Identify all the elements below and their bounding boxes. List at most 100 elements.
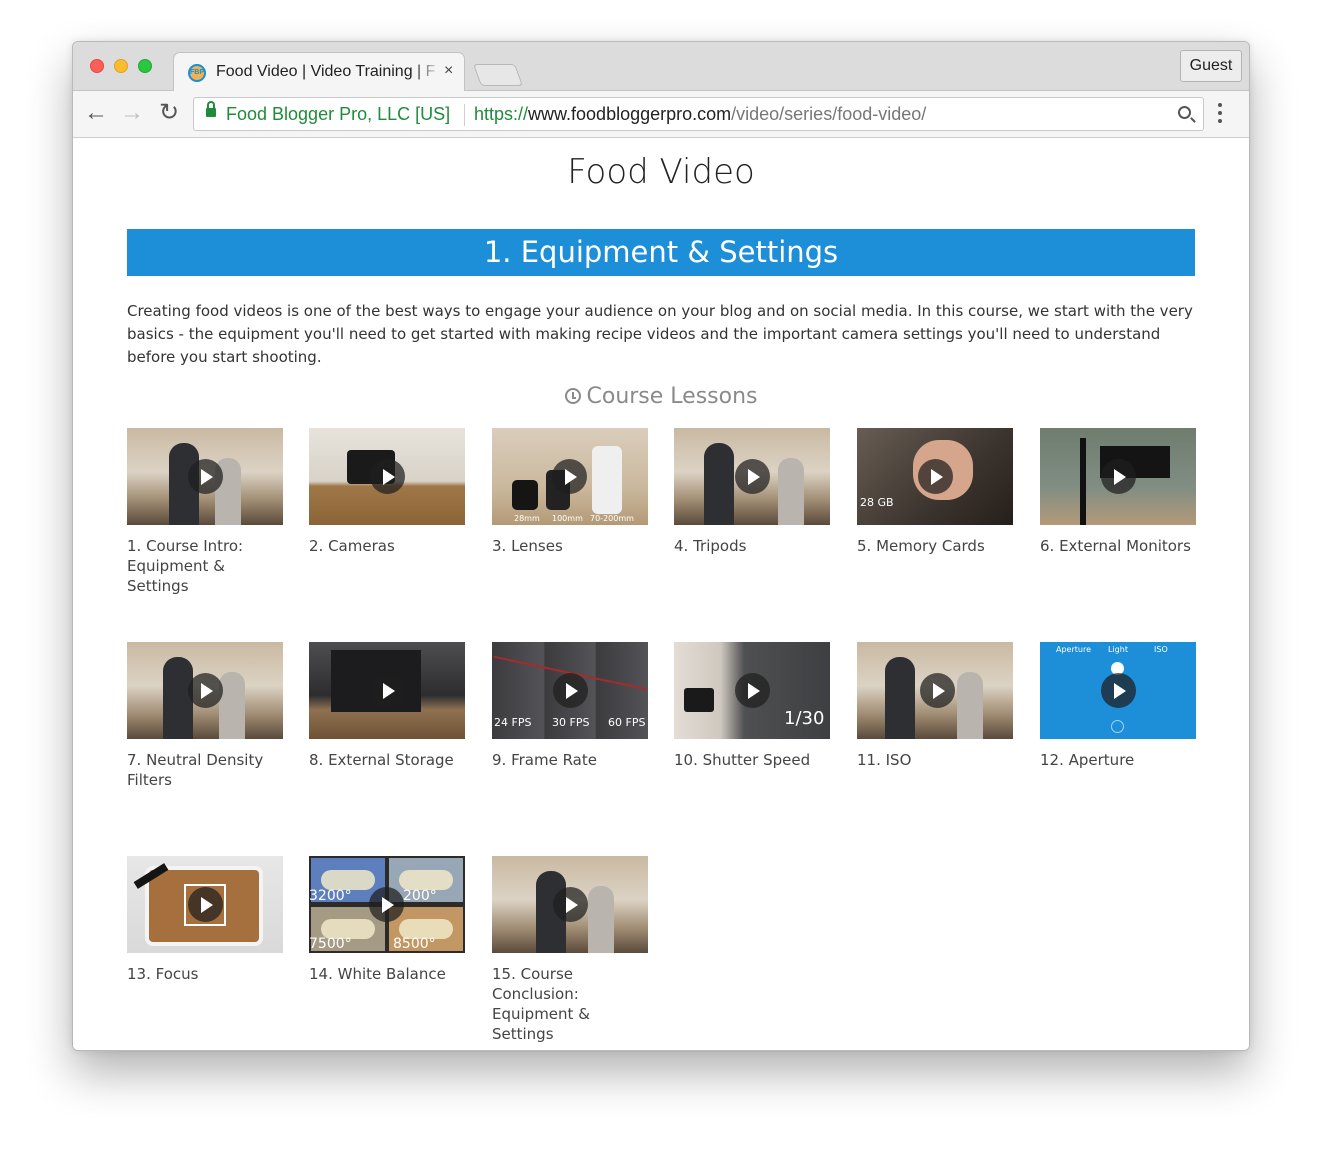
fps-label: 24 FPS: [494, 716, 532, 729]
title-bar: FBP Food Video | Video Training | F × Gu…: [73, 42, 1249, 91]
lesson-card-12[interactable]: Aperture Light ISO 12. Aperture: [1040, 642, 1196, 770]
lesson-title[interactable]: 8. External Storage: [309, 750, 465, 770]
url-host: www.foodbloggerpro.com: [528, 104, 732, 124]
lesson-card-15[interactable]: 15. Course Conclusion: Equipment & Setti…: [492, 856, 648, 1044]
play-icon[interactable]: [188, 673, 223, 708]
lesson-thumbnail[interactable]: 1/30: [674, 642, 830, 739]
play-icon[interactable]: [920, 673, 955, 708]
white-balance-label: 200°: [403, 888, 437, 904]
lesson-title[interactable]: 14. White Balance: [309, 964, 465, 984]
play-icon[interactable]: [370, 673, 405, 708]
play-icon[interactable]: [1101, 459, 1136, 494]
close-window-button[interactable]: [90, 59, 104, 73]
lesson-thumbnail[interactable]: [674, 428, 830, 525]
browser-menu-icon[interactable]: [1217, 103, 1223, 125]
play-icon[interactable]: [1101, 673, 1136, 708]
lesson-card-5[interactable]: 28 GB 5. Memory Cards: [857, 428, 1013, 556]
play-icon[interactable]: [735, 459, 770, 494]
light-column-label: Light: [1108, 645, 1128, 654]
lesson-card-1[interactable]: 1. Course Intro: Equipment & Settings: [127, 428, 283, 596]
lesson-thumbnail[interactable]: 28 GB: [857, 428, 1013, 525]
fps-label: 60 FPS: [608, 716, 646, 729]
url-path: /video/series/food-video/: [731, 104, 927, 124]
lesson-thumbnail[interactable]: [857, 642, 1013, 739]
play-icon[interactable]: [370, 459, 405, 494]
lesson-card-3[interactable]: 28mm 100mm 70-200mm 3. Lenses: [492, 428, 648, 556]
reload-icon[interactable]: ↻: [155, 99, 183, 127]
forward-arrow-icon[interactable]: →: [118, 99, 146, 127]
lesson-title[interactable]: 12. Aperture: [1040, 750, 1196, 770]
lesson-card-2[interactable]: 2. Cameras: [309, 428, 465, 556]
lesson-title[interactable]: 7. Neutral Density Filters: [127, 750, 283, 790]
lesson-thumbnail[interactable]: [127, 428, 283, 525]
shutter-speed-label: 1/30: [784, 708, 825, 729]
lesson-card-14[interactable]: 3200° 200° 7500° 8500° 14. White Balance: [309, 856, 465, 984]
site-favicon-icon: FBP: [188, 64, 206, 82]
lesson-title[interactable]: 10. Shutter Speed: [674, 750, 830, 770]
lesson-title[interactable]: 3. Lenses: [492, 536, 648, 556]
lesson-title[interactable]: 5. Memory Cards: [857, 536, 1013, 556]
zoom-window-button[interactable]: [138, 59, 152, 73]
play-icon[interactable]: [553, 673, 588, 708]
lesson-title[interactable]: 13. Focus: [127, 964, 283, 984]
back-arrow-icon[interactable]: ←: [82, 99, 110, 127]
lesson-card-11[interactable]: 11. ISO: [857, 642, 1013, 770]
lesson-thumbnail[interactable]: [127, 856, 283, 953]
lesson-title[interactable]: 6. External Monitors: [1040, 536, 1196, 556]
aperture-column-label: Aperture: [1056, 645, 1092, 654]
page-content: Food Video 1. Equipment & Settings Creat…: [73, 138, 1249, 1050]
browser-tab[interactable]: FBP Food Video | Video Training | F ×: [173, 52, 465, 91]
lesson-thumbnail[interactable]: [1040, 428, 1196, 525]
lesson-card-6[interactable]: 6. External Monitors: [1040, 428, 1196, 556]
play-icon[interactable]: [552, 459, 587, 494]
play-icon[interactable]: [553, 887, 588, 922]
address-bar[interactable]: Food Blogger Pro, LLC [US] https://www.f…: [193, 97, 1204, 131]
play-icon[interactable]: [918, 459, 953, 494]
lesson-title[interactable]: 9. Frame Rate: [492, 750, 648, 770]
site-identity-label[interactable]: Food Blogger Pro, LLC [US]: [226, 104, 450, 125]
lesson-title[interactable]: 2. Cameras: [309, 536, 465, 556]
url-scheme: https://: [474, 104, 529, 124]
lesson-title[interactable]: 15. Course Conclusion: Equipment & Setti…: [492, 964, 648, 1044]
url-text[interactable]: https://www.foodbloggerpro.com/video/ser…: [474, 104, 926, 125]
memory-size-label: 28 GB: [860, 496, 894, 509]
minimize-window-button[interactable]: [114, 59, 128, 73]
lesson-title[interactable]: 1. Course Intro: Equipment & Settings: [127, 536, 283, 596]
lesson-title[interactable]: 4. Tripods: [674, 536, 830, 556]
play-icon[interactable]: [735, 673, 770, 708]
iso-column-label: ISO: [1154, 645, 1168, 654]
browser-toolbar: ← → ↻ Food Blogger Pro, LLC [US] https:/…: [73, 91, 1249, 138]
new-tab-button[interactable]: [472, 64, 524, 86]
tab-title: Food Video | Video Training | F: [216, 63, 436, 80]
lesson-card-8[interactable]: 8. External Storage: [309, 642, 465, 770]
page-title: Food Video: [567, 152, 755, 192]
play-icon[interactable]: [188, 887, 223, 922]
lesson-thumbnail[interactable]: [492, 856, 648, 953]
lesson-card-13[interactable]: 13. Focus: [127, 856, 283, 984]
lesson-thumbnail[interactable]: 24 FPS 30 FPS 60 FPS: [492, 642, 648, 739]
lesson-card-9[interactable]: 24 FPS 30 FPS 60 FPS 9. Frame Rate: [492, 642, 648, 770]
lens-label: 70-200mm: [590, 514, 634, 523]
lesson-title[interactable]: 11. ISO: [857, 750, 1013, 770]
guest-profile-button[interactable]: Guest: [1180, 50, 1242, 82]
clock-icon: [564, 388, 581, 404]
lens-label: 28mm: [514, 514, 540, 523]
white-balance-label: 7500°: [309, 936, 352, 952]
lesson-thumbnail[interactable]: [309, 642, 465, 739]
play-icon[interactable]: [369, 887, 404, 922]
omnibox-divider: [464, 104, 465, 126]
lesson-thumbnail[interactable]: [127, 642, 283, 739]
lesson-card-10[interactable]: 1/30 10. Shutter Speed: [674, 642, 830, 770]
lesson-thumbnail[interactable]: Aperture Light ISO: [1040, 642, 1196, 739]
tab-close-icon[interactable]: ×: [444, 62, 453, 80]
lesson-thumbnail[interactable]: 3200° 200° 7500° 8500°: [309, 856, 465, 953]
lesson-thumbnail[interactable]: [309, 428, 465, 525]
section-title-banner: 1. Equipment & Settings: [127, 229, 1195, 276]
play-icon[interactable]: [188, 459, 223, 494]
lesson-card-4[interactable]: 4. Tripods: [674, 428, 830, 556]
lesson-card-7[interactable]: 7. Neutral Density Filters: [127, 642, 283, 790]
lesson-thumbnail[interactable]: 28mm 100mm 70-200mm: [492, 428, 648, 525]
zoom-magnifier-icon[interactable]: [1178, 106, 1191, 119]
fps-label: 30 FPS: [552, 716, 590, 729]
lens-label: 100mm: [552, 514, 583, 523]
